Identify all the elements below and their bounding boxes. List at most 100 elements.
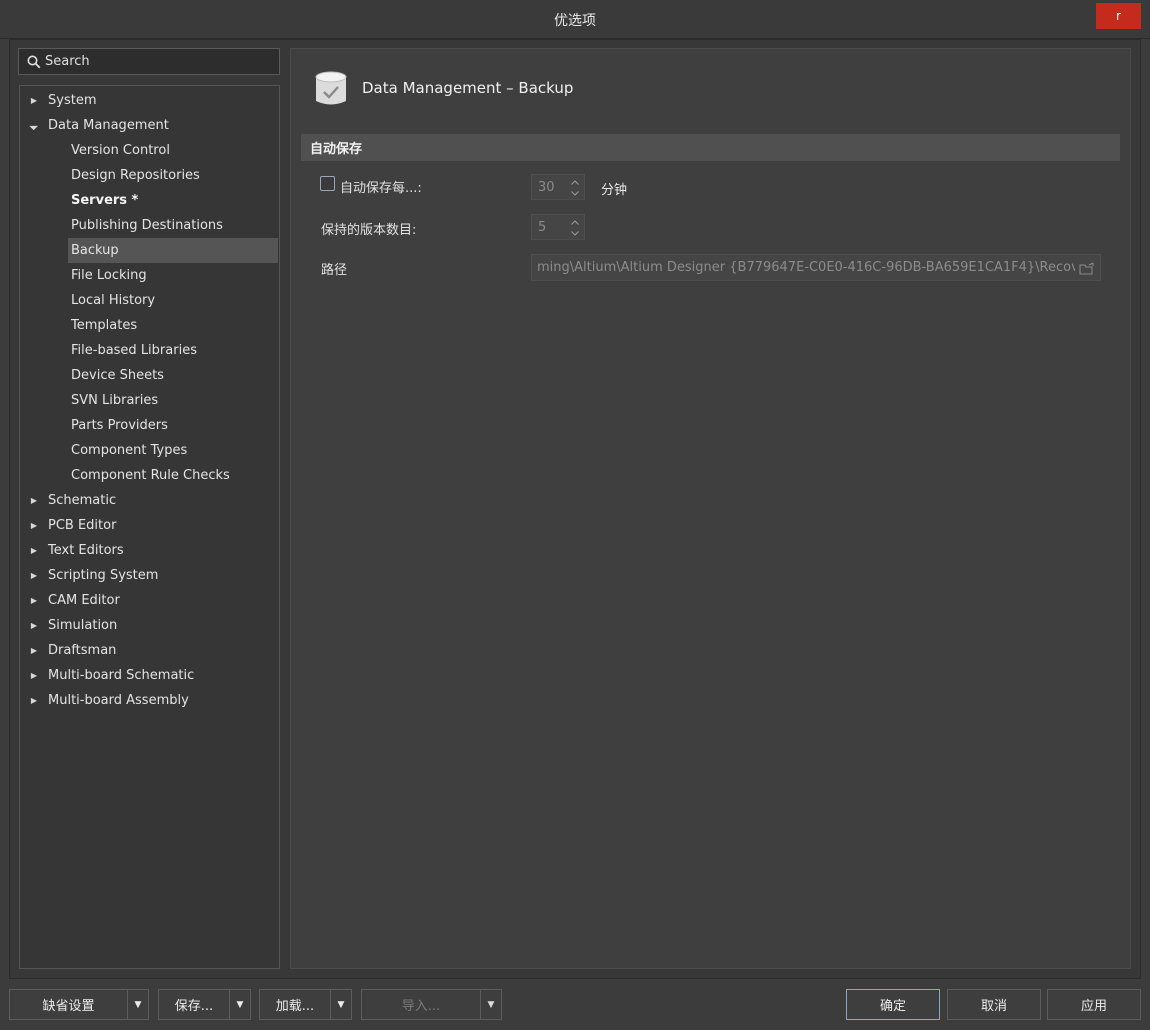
cancel-button[interactable]: 取消 xyxy=(947,989,1041,1020)
tree-item-local-history[interactable]: Local History xyxy=(20,288,279,313)
tree-item-data-management[interactable]: ◢ Data Management xyxy=(20,113,279,138)
chevron-down-icon[interactable] xyxy=(570,188,580,198)
page-title: Data Management – Backup xyxy=(362,79,574,97)
folder-open-icon[interactable] xyxy=(1079,261,1095,275)
expand-arrow-icon[interactable]: ▶ xyxy=(20,546,48,555)
tree-item-multi-board-schematic[interactable]: ▶ Multi-board Schematic xyxy=(20,663,279,688)
path-value: ming\Altium\Altium Designer {B779647E-C0… xyxy=(537,260,1075,275)
tree-item-component-types[interactable]: Component Types xyxy=(20,438,279,463)
tree-item-device-sheets[interactable]: Device Sheets xyxy=(20,363,279,388)
expand-arrow-icon[interactable]: ▶ xyxy=(20,671,48,680)
chevron-up-icon[interactable] xyxy=(570,177,580,187)
save-button-label: 保存... xyxy=(174,999,214,1014)
load-button[interactable]: 加载... ▼ xyxy=(259,989,352,1020)
tree-item-svn-libraries[interactable]: SVN Libraries xyxy=(20,388,279,413)
expand-arrow-icon[interactable]: ▶ xyxy=(20,96,48,105)
autosave-interval-stepper[interactable]: 30 xyxy=(531,174,585,200)
tree-item-label: Schematic xyxy=(48,493,117,508)
tree-item-file-based-libraries[interactable]: File-based Libraries xyxy=(20,338,279,363)
defaults-button[interactable]: 缺省设置 ▼ xyxy=(9,989,149,1020)
tree-item-label: Text Editors xyxy=(48,543,124,558)
defaults-button-label: 缺省设置 xyxy=(42,999,95,1014)
path-field[interactable]: ming\Altium\Altium Designer {B779647E-C0… xyxy=(531,254,1101,281)
search-input[interactable]: Search xyxy=(18,48,280,75)
expand-arrow-icon[interactable]: ▶ xyxy=(20,496,48,505)
autosave-unit: 分钟 xyxy=(601,183,628,198)
dropdown-arrow-icon[interactable]: ▼ xyxy=(127,990,148,1019)
tree-item-text-editors[interactable]: ▶ Text Editors xyxy=(20,538,279,563)
tree-item-label: Scripting System xyxy=(48,568,159,583)
tree-item-design-repositories[interactable]: Design Repositories xyxy=(20,163,279,188)
versions-stepper[interactable]: 5 xyxy=(531,214,585,240)
tree-item-label: Multi-board Assembly xyxy=(48,693,189,708)
tree-item-label: CAM Editor xyxy=(48,593,120,608)
tree-item-label: Servers * xyxy=(71,193,139,208)
versions-label: 保持的版本数目: xyxy=(321,223,417,238)
expand-arrow-icon[interactable]: ▶ xyxy=(20,521,48,530)
tree-item-servers[interactable]: Servers * xyxy=(20,188,279,213)
apply-button[interactable]: 应用 xyxy=(1047,989,1141,1020)
tree-item-component-rule-checks[interactable]: Component Rule Checks xyxy=(20,463,279,488)
tree-item-publishing-destinations[interactable]: Publishing Destinations xyxy=(20,213,279,238)
save-button[interactable]: 保存... ▼ xyxy=(158,989,251,1020)
tree-item-label: Version Control xyxy=(71,143,170,158)
tree-item-system[interactable]: ▶ System xyxy=(20,88,279,113)
settings-tree: ▶ System ◢ Data Management Version Control… xyxy=(19,85,280,969)
autosave-label[interactable]: 自动保存每...: xyxy=(340,177,422,196)
tree-item-parts-providers[interactable]: Parts Providers xyxy=(20,413,279,438)
tree-item-pcb-editor[interactable]: ▶ PCB Editor xyxy=(20,513,279,538)
tree-item-simulation[interactable]: ▶ Simulation xyxy=(20,613,279,638)
cancel-button-label: 取消 xyxy=(980,999,1007,1014)
tree-item-schematic[interactable]: ▶ Schematic xyxy=(20,488,279,513)
autosave-checkbox[interactable] xyxy=(320,176,335,191)
section-header-autosave: 自动保存 xyxy=(301,134,1120,161)
tree-item-label: File Locking xyxy=(71,268,147,283)
tree-item-label: Multi-board Schematic xyxy=(48,668,195,683)
tree-item-label: Data Management xyxy=(48,118,169,133)
tree-item-label: File-based Libraries xyxy=(71,343,197,358)
ok-button[interactable]: 确定 xyxy=(846,989,940,1020)
apply-button-label: 应用 xyxy=(1080,999,1107,1014)
window-title: 优选项 xyxy=(554,13,596,29)
title-bar: 优选项 r xyxy=(0,0,1150,39)
close-icon: r xyxy=(1116,9,1121,23)
tree-item-backup[interactable]: Backup xyxy=(68,238,278,263)
dropdown-arrow-icon[interactable]: ▼ xyxy=(330,990,351,1019)
search-placeholder: Search xyxy=(45,54,90,69)
tree-item-label: Component Rule Checks xyxy=(71,468,230,483)
tree-item-label: Draftsman xyxy=(48,643,117,658)
chevron-down-icon[interactable] xyxy=(570,228,580,238)
tree-item-label: Device Sheets xyxy=(71,368,164,383)
tree-item-label: Parts Providers xyxy=(71,418,168,433)
dropdown-arrow-icon[interactable]: ▼ xyxy=(229,990,250,1019)
expand-arrow-icon[interactable]: ▶ xyxy=(20,596,48,605)
chevron-up-icon[interactable] xyxy=(570,217,580,227)
tree-item-file-locking[interactable]: File Locking xyxy=(20,263,279,288)
expand-arrow-icon[interactable]: ▶ xyxy=(20,621,48,630)
expand-arrow-icon[interactable]: ▶ xyxy=(20,696,48,705)
tree-item-label: Local History xyxy=(71,293,156,308)
tree-item-label: Design Repositories xyxy=(71,168,200,183)
tree-item-version-control[interactable]: Version Control xyxy=(20,138,279,163)
tree-item-label: Backup xyxy=(71,243,119,258)
autosave-interval-value: 30 xyxy=(538,180,555,195)
import-button[interactable]: 导入... ▼ xyxy=(361,989,502,1020)
tree-item-draftsman[interactable]: ▶ Draftsman xyxy=(20,638,279,663)
tree-item-templates[interactable]: Templates xyxy=(20,313,279,338)
dropdown-arrow-icon[interactable]: ▼ xyxy=(480,990,501,1019)
ok-button-label: 确定 xyxy=(879,999,906,1014)
tree-item-label: PCB Editor xyxy=(48,518,117,533)
close-button[interactable]: r xyxy=(1096,3,1141,29)
tree-item-label: Publishing Destinations xyxy=(71,218,223,233)
expand-arrow-icon[interactable]: ▶ xyxy=(20,571,48,580)
tree-item-scripting-system[interactable]: ▶ Scripting System xyxy=(20,563,279,588)
database-check-icon xyxy=(313,70,349,108)
path-label: 路径 xyxy=(321,263,348,278)
tree-item-cam-editor[interactable]: ▶ CAM Editor xyxy=(20,588,279,613)
expand-arrow-icon[interactable]: ▶ xyxy=(20,646,48,655)
tree-item-label: Templates xyxy=(71,318,138,333)
collapse-arrow-icon[interactable]: ◢ xyxy=(21,112,47,138)
tree-item-label: SVN Libraries xyxy=(71,393,159,408)
tree-item-multi-board-assembly[interactable]: ▶ Multi-board Assembly xyxy=(20,688,279,713)
load-button-label: 加载... xyxy=(275,999,315,1014)
